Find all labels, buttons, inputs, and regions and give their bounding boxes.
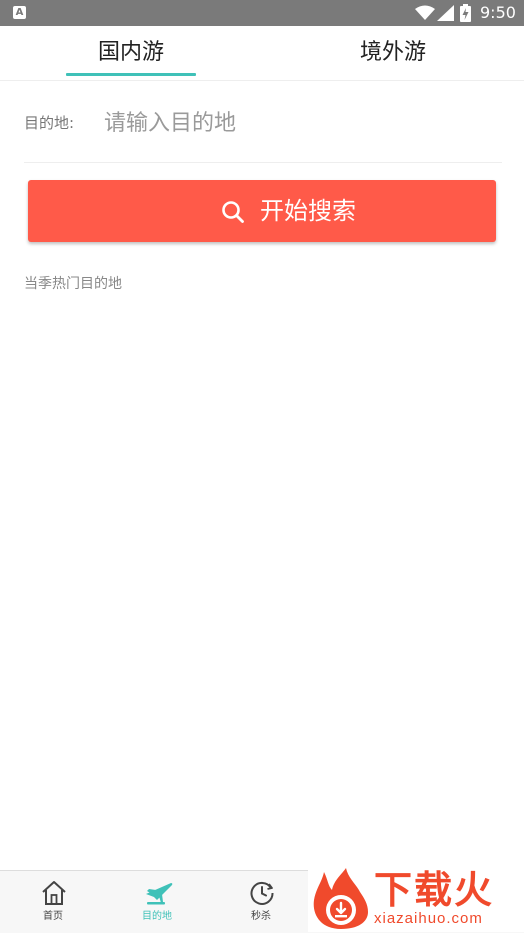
destination-row: 目的地:	[24, 92, 502, 163]
start-search-button[interactable]: 开始搜索	[28, 180, 496, 242]
wifi-icon	[415, 5, 435, 25]
search-icon	[221, 200, 245, 228]
plane-icon	[145, 880, 173, 910]
status-bar: A 9:50	[0, 0, 524, 26]
active-tab-indicator	[66, 73, 196, 76]
tab-domestic[interactable]: 国内游	[0, 26, 262, 80]
start-search-label: 开始搜索	[260, 197, 356, 225]
cellular-signal-icon	[437, 5, 454, 25]
watermark-text: 下载火	[374, 868, 495, 912]
nav-item-destination[interactable]: 目的地	[105, 871, 209, 933]
travel-type-tabs: 国内游 境外游	[0, 26, 524, 81]
nav-label-destination: 目的地	[142, 911, 172, 922]
clock-icon	[249, 880, 275, 910]
watermark-domain: xiazaihuo.com	[374, 910, 483, 927]
nav-item-flash-sale[interactable]: 秒杀	[209, 871, 313, 933]
nav-label-flash-sale: 秒杀	[251, 911, 271, 922]
nav-label-home: 首页	[43, 911, 63, 922]
app-notification-icon: A	[13, 6, 26, 19]
destination-label: 目的地:	[24, 114, 75, 132]
tab-abroad[interactable]: 境外游	[262, 26, 524, 80]
battery-charging-icon	[460, 4, 471, 26]
hot-destinations-title: 当季热门目的地	[24, 276, 122, 292]
home-icon	[41, 880, 67, 910]
flame-logo-icon	[310, 866, 372, 936]
nav-item-home[interactable]: 首页	[1, 871, 105, 933]
destination-input[interactable]	[104, 104, 494, 142]
status-time: 9:50	[480, 3, 516, 22]
watermark-logo: 下载火 xiazaihuo.com	[308, 866, 524, 932]
